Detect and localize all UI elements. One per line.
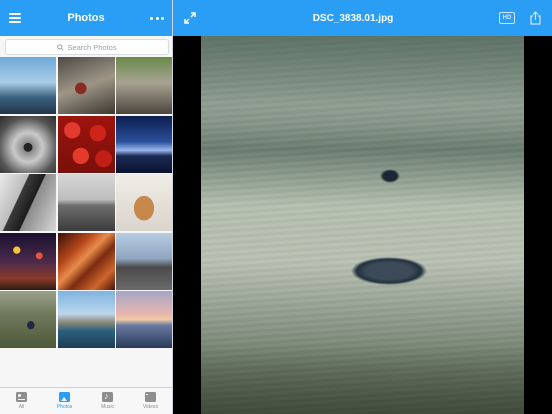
all-icon (16, 392, 27, 402)
more-dots-icon (150, 16, 164, 20)
more-options-button[interactable] (142, 0, 172, 36)
thumbnail-vintage-camera[interactable] (57, 57, 115, 114)
photo-viewer (173, 36, 552, 414)
search-icon (57, 43, 65, 51)
menu-button[interactable] (0, 0, 30, 36)
thumbnail-red-apples[interactable] (57, 115, 115, 173)
thumbnail-bw-spiral[interactable] (0, 115, 56, 173)
thumbnail-bw-coastline[interactable] (57, 174, 115, 231)
tab-all-label: All (18, 404, 25, 410)
thumbnail-sunset-water[interactable] (116, 291, 172, 348)
photos-icon (59, 392, 70, 402)
tab-videos-label: Videos (142, 404, 159, 410)
thumbnail-city-lights[interactable] (0, 232, 56, 290)
thumbnail-puppy[interactable] (116, 174, 172, 231)
thumbnail-grid (0, 57, 172, 348)
thumbnail-night-bridge[interactable] (116, 115, 172, 173)
thumbnail-sand-pebble[interactable] (0, 291, 56, 348)
share-button[interactable] (524, 0, 546, 36)
thumbnail-stone-wall[interactable] (116, 57, 172, 114)
tab-music[interactable]: Music (86, 388, 129, 414)
bottom-tab-bar: All Photos Music Videos (0, 387, 172, 414)
sidebar-title: Photos (67, 12, 105, 24)
tab-photos-label: Photos (56, 404, 73, 410)
tab-photos[interactable]: Photos (43, 388, 86, 414)
music-icon (102, 391, 113, 402)
tab-music-label: Music (100, 404, 115, 410)
hamburger-icon (9, 13, 21, 23)
hd-toggle[interactable]: HD (499, 12, 515, 24)
thumbnail-harbor-sailboats[interactable] (0, 57, 56, 114)
photo-bottom-blur (201, 344, 524, 414)
fullscreen-button[interactable] (173, 0, 207, 36)
expand-icon (184, 12, 196, 24)
thumbnail-antelope-canyon[interactable] (57, 232, 115, 290)
viewer-header: DSC_3838.01.jpg HD (173, 0, 552, 36)
thumbnail-lake-castle[interactable] (57, 291, 115, 348)
file-title: DSC_3838.01.jpg (312, 12, 394, 24)
sidebar-header: Photos (0, 0, 172, 36)
main-photo[interactable] (201, 36, 524, 414)
thumbnail-bw-bridge-underside[interactable] (0, 174, 56, 231)
tab-videos[interactable]: Videos (129, 388, 172, 414)
tab-all[interactable]: All (0, 388, 43, 414)
share-icon (529, 11, 541, 25)
search-input[interactable]: Search Photos (5, 39, 169, 55)
search-placeholder: Search Photos (67, 42, 117, 52)
photo-top-blur (201, 36, 524, 126)
thumbnail-bare-trees[interactable] (116, 232, 172, 290)
photo-library-sidebar: Photos Search Photos All Photos ♪ Music … (0, 0, 173, 414)
videos-icon (145, 392, 156, 403)
